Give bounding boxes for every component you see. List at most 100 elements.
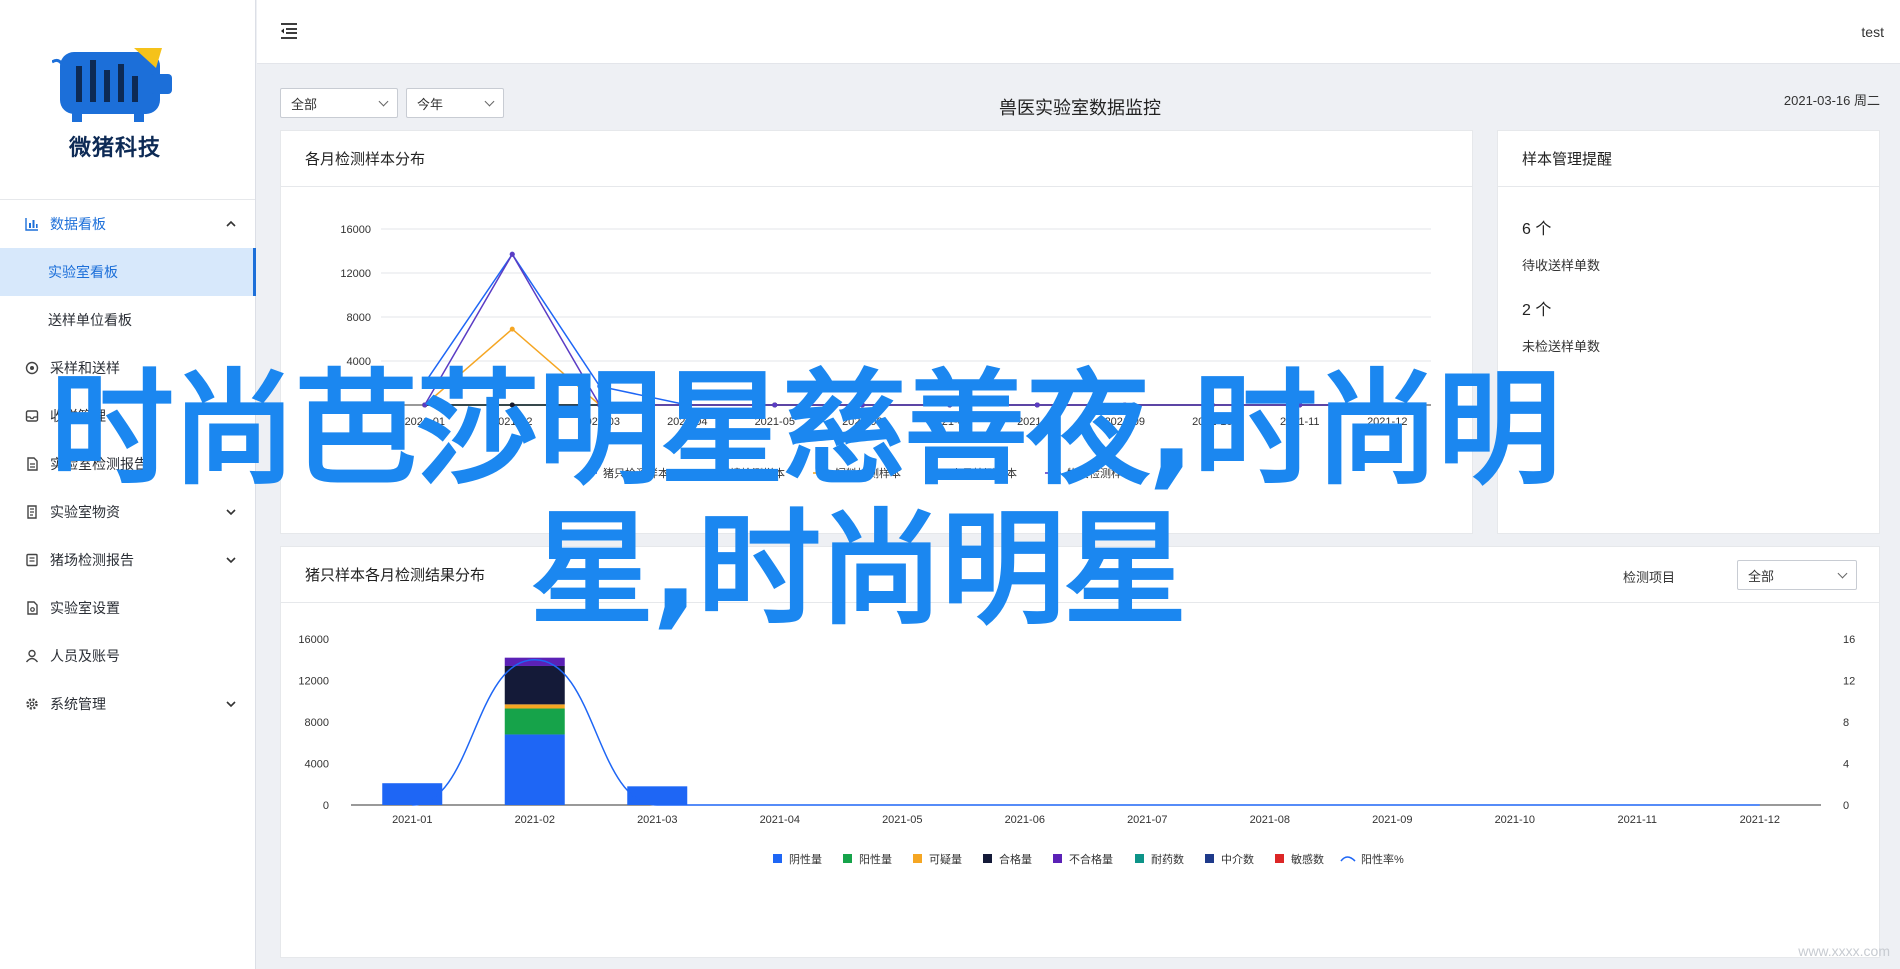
legend-label: 人员检测样本	[951, 466, 1017, 480]
legend-swatch	[1275, 854, 1284, 863]
monthly-samples-card: 各月检测样本分布 0 4000 8000 12000 16000 2021-01 2021-…	[280, 130, 1473, 534]
y-tick-label: 8000	[347, 312, 371, 324]
test-item-select-value: 全部	[1748, 568, 1775, 584]
chevron-down-icon	[226, 697, 236, 711]
sidebar-item-label: 系统管理	[50, 696, 106, 712]
sidebar-item-lab-dashboard[interactable]: 实验室看板	[0, 248, 256, 296]
x-tick-label: 2021-08	[1017, 416, 1057, 428]
x-tick-label: 2021-06	[842, 416, 882, 428]
pending-receive-count: 6 个	[1522, 221, 1552, 238]
sidebar-item-lab-settings[interactable]: 实验室设置	[0, 584, 256, 632]
legend-label: 物资检测样本	[1067, 466, 1133, 480]
legend-label: 阳性率%	[1361, 852, 1404, 866]
scope-select-value: 全部	[291, 96, 318, 112]
bar-chart-icon	[24, 216, 40, 232]
chevron-down-icon	[1837, 568, 1848, 579]
report-icon	[24, 456, 40, 472]
inbox-icon	[24, 408, 40, 424]
x-tick-label: 2021-04	[667, 416, 707, 428]
positive-rate-line	[412, 658, 1760, 806]
scope-select[interactable]: 全部	[280, 88, 398, 118]
x-tick-label: 2021-01	[392, 814, 432, 826]
y2-tick-label: 16	[1843, 634, 1855, 646]
y2-tick-label: 8	[1843, 717, 1849, 729]
sidebar-menu: 数据看板 实验室看板 送样单位看板 采样和送样 收样管理 实验室检测报告 实验室…	[0, 200, 256, 728]
bar-segment	[504, 704, 565, 709]
test-item-select[interactable]: 全部	[1737, 560, 1857, 590]
x-tick-label: 2021-07	[930, 416, 970, 428]
chevron-down-icon	[378, 96, 389, 107]
sidebar-item-farm-report[interactable]: 猪场检测报告	[0, 536, 256, 584]
card-title: 猪只样本各月检测结果分布	[305, 567, 486, 584]
pig-logo-icon	[52, 48, 172, 122]
data-point	[859, 402, 865, 408]
page-title: 兽医实验室数据监控	[999, 98, 1161, 118]
user-menu[interactable]: test	[1861, 24, 1884, 40]
x-tick-label: 2021-08	[1250, 814, 1290, 826]
sidebar-item-users[interactable]: 人员及账号	[0, 632, 256, 680]
sidebar-item-label: 送样单位看板	[48, 312, 132, 328]
x-tick-label: 2021-04	[760, 814, 800, 826]
data-point	[597, 402, 603, 408]
y-tick-label: 4000	[305, 759, 329, 771]
period-select[interactable]: 今年	[406, 88, 504, 118]
legend-swatch	[1205, 854, 1214, 863]
sample-reminders-card: 样本管理提醒 6 个 待收送样单数 2 个 未检送样单数	[1497, 130, 1880, 534]
lab-settings-icon	[24, 600, 40, 616]
x-tick-label: 2021-12	[1367, 416, 1407, 428]
legend-swatch	[983, 854, 992, 863]
legend-swatch	[913, 854, 922, 863]
menu-fold-icon[interactable]	[279, 22, 299, 40]
monthly-samples-line-chart: 0 4000 8000 12000 16000 2021-01 2021-02 2021-03…	[340, 224, 1431, 480]
legend-marker	[934, 470, 940, 476]
x-tick-label: 2021-10	[1495, 814, 1535, 826]
x-tick-label: 2021-12	[1740, 814, 1780, 826]
chevron-up-icon	[226, 217, 236, 231]
sidebar-item-system[interactable]: 系统管理	[0, 680, 256, 728]
series-line	[424, 252, 1388, 406]
current-date: 2021-03-16 周二	[1783, 93, 1880, 108]
y-tick-label: 0	[365, 400, 371, 412]
pig-results-card: 猪只样本各月检测结果分布 检测项目 全部 0 4000 8000 12000 16000…	[280, 546, 1880, 958]
data-point	[1297, 402, 1303, 408]
brand-name: 微猪科技	[68, 135, 161, 160]
sidebar-item-receiving[interactable]: 收样管理	[0, 392, 256, 440]
sidebar-item-label: 猪场检测报告	[50, 552, 134, 568]
legend-label: 阳性量	[859, 852, 892, 866]
sidebar: 微猪科技 数据看板 实验室看板 送样单位看板 采样和送样 收样管理 实验室检测报…	[0, 0, 256, 969]
bar-segment	[627, 786, 688, 805]
sidebar-item-label: 收样管理	[50, 408, 106, 424]
card-title: 样本管理提醒	[1498, 131, 1879, 187]
pending-test-label: 未检送样单数	[1522, 339, 1601, 354]
x-tick-label: 2021-02	[515, 814, 555, 826]
y-tick-label: 8000	[305, 717, 329, 729]
legend-label: 饲料检测样本	[835, 466, 901, 480]
data-point	[422, 402, 428, 408]
sidebar-item-label: 实验室物资	[50, 504, 120, 520]
chevron-down-icon	[226, 505, 236, 519]
y2-tick-label: 4	[1843, 759, 1849, 771]
sidebar-item-sampling[interactable]: 采样和送样	[0, 344, 256, 392]
gear-icon	[24, 696, 40, 712]
sidebar-item-materials[interactable]: 实验室物资	[0, 488, 256, 536]
sidebar-item-label: 采样和送样	[50, 360, 120, 376]
legend-label: 可疑量	[929, 853, 962, 866]
x-tick-label: 2021-03	[580, 416, 620, 428]
legend-marker	[1050, 470, 1056, 476]
farm-report-icon	[24, 552, 40, 568]
bar-segment	[504, 657, 565, 666]
filter-row: 兽医实验室数据监控 全部 今年 2021-03-16 周二	[280, 88, 1880, 122]
period-select-value: 今年	[417, 96, 444, 112]
top-header: test	[257, 0, 1900, 64]
chevron-down-icon	[226, 553, 236, 567]
sidebar-item-sender-dashboard[interactable]: 送样单位看板	[0, 296, 256, 344]
sidebar-item-label: 实验室检测报告	[50, 456, 148, 472]
y2-tick-label: 12	[1843, 676, 1855, 688]
data-point	[772, 402, 778, 408]
sample-icon	[24, 360, 40, 376]
sidebar-item-lab-report[interactable]: 实验室检测报告	[0, 440, 256, 488]
x-tick-label: 2021-05	[882, 814, 922, 826]
sidebar-item-dashboard[interactable]: 数据看板	[0, 200, 256, 248]
legend-swatch	[1053, 854, 1062, 863]
series-line	[424, 252, 1388, 406]
